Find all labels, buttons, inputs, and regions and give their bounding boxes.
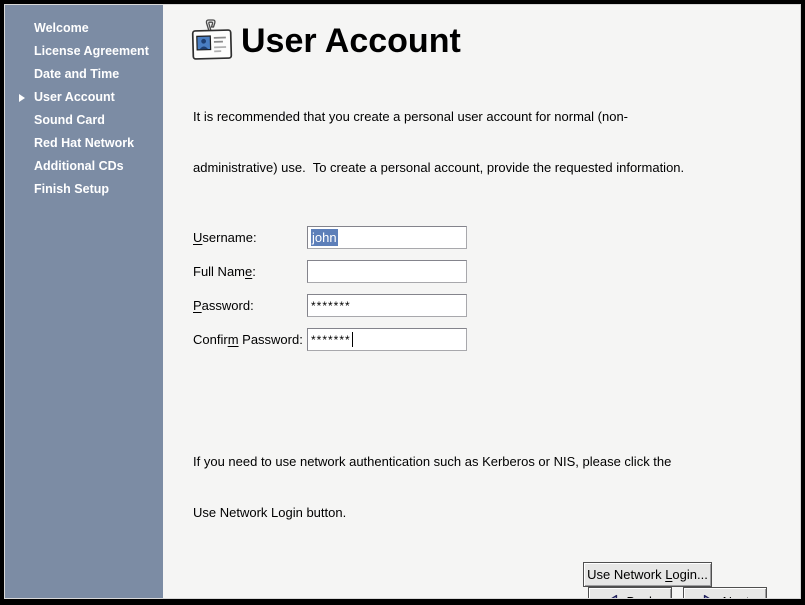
sidebar-item-label: Welcome (34, 21, 89, 35)
full-name-row: Full Name: (193, 260, 800, 283)
username-input[interactable]: john (307, 226, 467, 249)
window-content: Welcome License Agreement Date and Time … (4, 4, 801, 599)
sidebar-item-label: Date and Time (34, 67, 119, 81)
next-button[interactable]: Next (683, 587, 767, 598)
sidebar-item-welcome[interactable]: Welcome (5, 17, 163, 40)
username-row: Username: john (193, 226, 800, 249)
confirm-password-input[interactable]: ******* (307, 328, 467, 351)
confirm-password-label: Confirm Password: (193, 332, 307, 347)
sidebar-item-date-and-time[interactable]: Date and Time (5, 63, 163, 86)
network-login-button-row: Use Network Login... (193, 562, 712, 587)
sidebar-item-finish-setup[interactable]: Finish Setup (5, 178, 163, 201)
back-arrow-icon (605, 594, 620, 599)
sidebar-item-label: Sound Card (34, 113, 105, 127)
sidebar-item-label: Finish Setup (34, 182, 109, 196)
sidebar-item-red-hat-network[interactable]: Red Hat Network (5, 132, 163, 155)
password-label: Password: (193, 298, 307, 313)
sidebar-item-label: License Agreement (34, 44, 149, 58)
next-arrow-icon (701, 594, 716, 599)
wizard-steps-sidebar: Welcome License Agreement Date and Time … (5, 5, 163, 598)
network-auth-line-1: If you need to use network authenticatio… (193, 453, 800, 470)
sidebar-item-label: Additional CDs (34, 159, 124, 173)
password-input[interactable]: ******* (307, 294, 467, 317)
confirm-password-row: Confirm Password: ******* (193, 328, 800, 351)
setup-wizard-window: Welcome License Agreement Date and Time … (0, 0, 805, 605)
intro-text: It is recommended that you create a pers… (193, 74, 800, 210)
username-label: Username: (193, 230, 307, 245)
current-step-arrow-icon (19, 94, 25, 102)
user-account-form: Username: john Full Name: Password: ****… (193, 226, 800, 362)
network-auth-line-2: Use Network Login button. (193, 504, 800, 521)
sidebar-item-user-account[interactable]: User Account (5, 86, 163, 109)
full-name-input[interactable] (307, 260, 467, 283)
page-header: User Account (190, 18, 800, 64)
selected-text: john (311, 229, 338, 246)
network-auth-text: If you need to use network authenticatio… (193, 419, 800, 555)
sidebar-item-sound-card[interactable]: Sound Card (5, 109, 163, 132)
password-row: Password: ******* (193, 294, 800, 317)
page-title: User Account (241, 22, 461, 61)
main-panel: User Account It is recommended that you … (163, 5, 800, 598)
sidebar-item-label: User Account (34, 90, 115, 104)
text-caret (352, 332, 353, 347)
back-button[interactable]: Back (588, 587, 672, 598)
intro-line-2: administrative) use. To create a persona… (193, 159, 800, 176)
sidebar-item-label: Red Hat Network (34, 136, 134, 150)
id-badge-icon (190, 18, 234, 64)
sidebar-item-additional-cds[interactable]: Additional CDs (5, 155, 163, 178)
intro-line-1: It is recommended that you create a pers… (193, 108, 800, 125)
wizard-nav-buttons: Back Next (163, 587, 767, 598)
sidebar-item-license-agreement[interactable]: License Agreement (5, 40, 163, 63)
full-name-label: Full Name: (193, 264, 307, 279)
use-network-login-button[interactable]: Use Network Login... (583, 562, 712, 587)
